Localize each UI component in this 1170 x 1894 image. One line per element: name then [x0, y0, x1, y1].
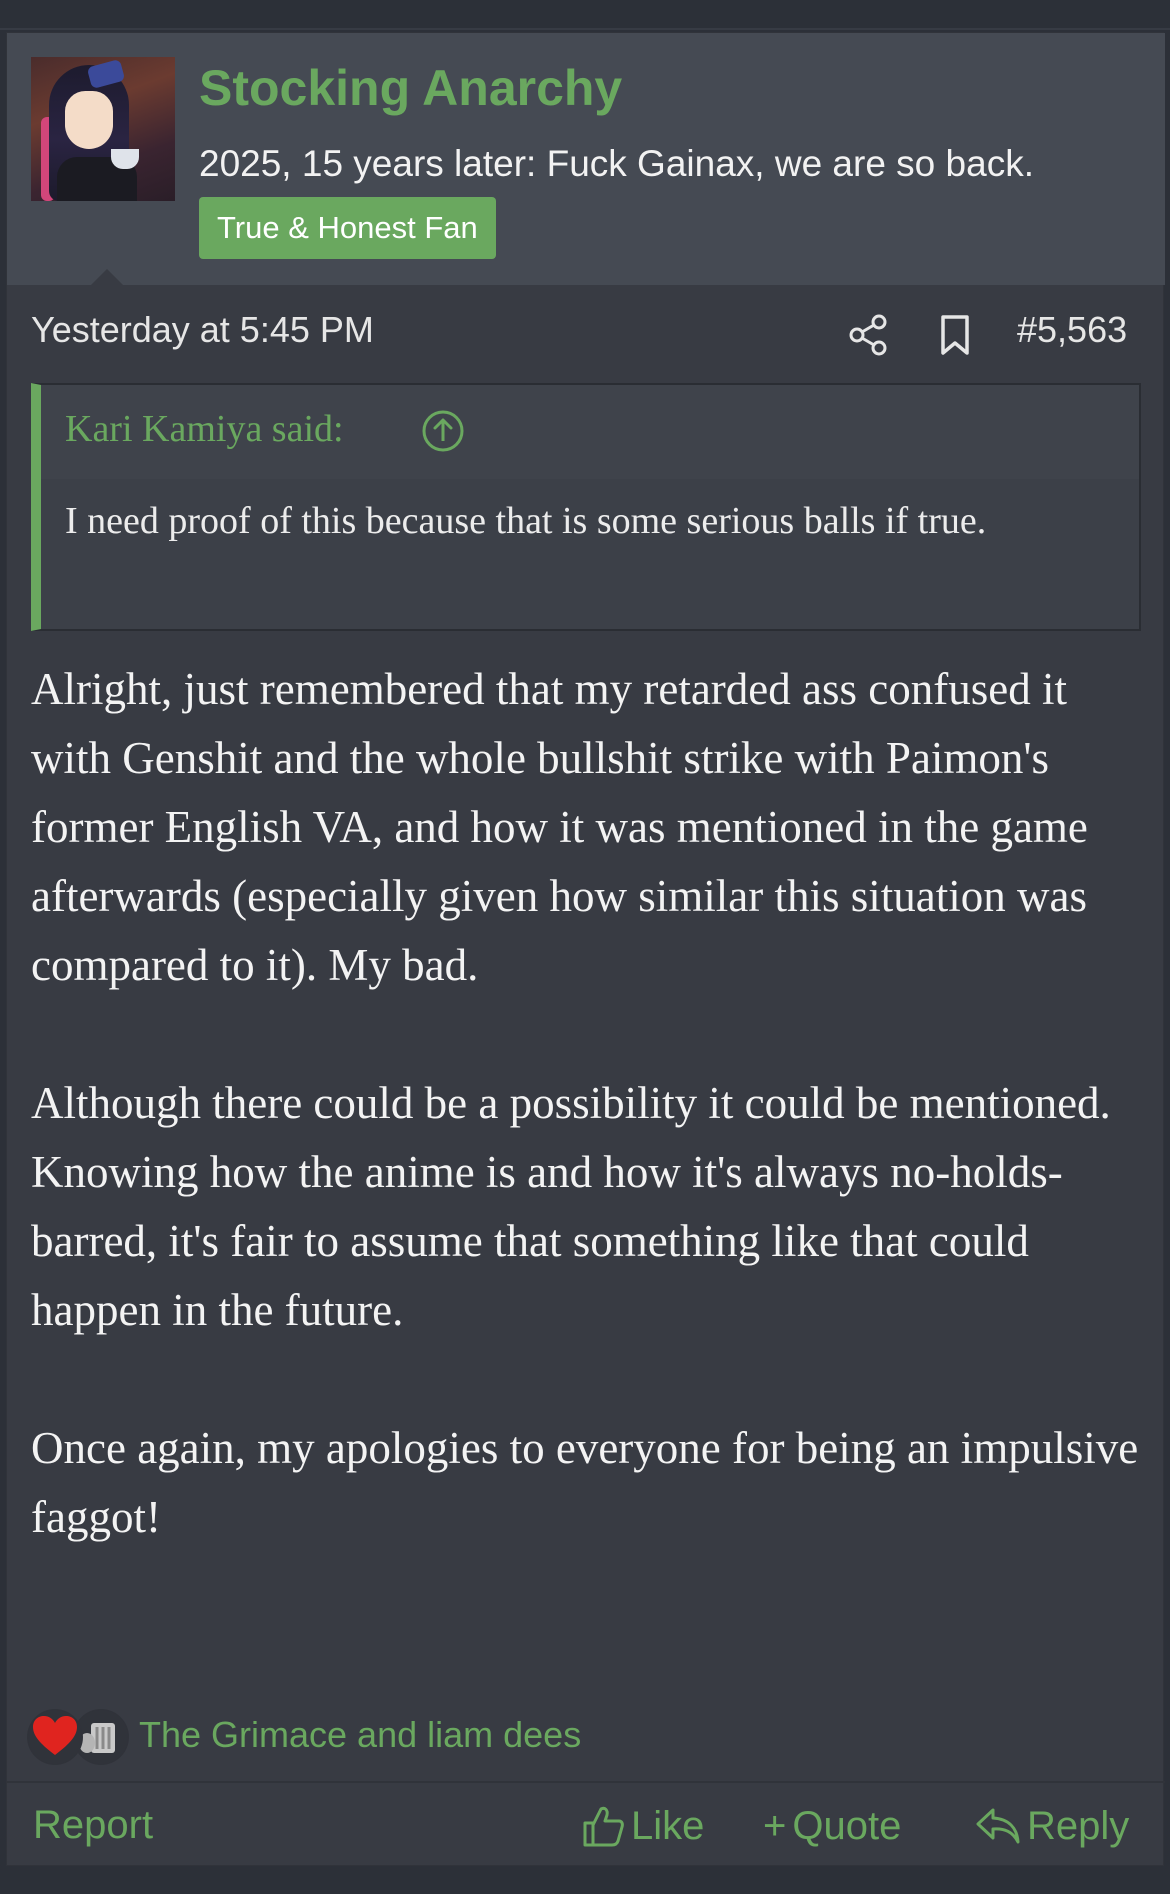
- username-link[interactable]: Stocking Anarchy: [199, 59, 622, 117]
- post-footer-actions: Report Like + Quote Reply: [7, 1781, 1165, 1865]
- heart-icon[interactable]: [27, 1709, 83, 1765]
- post-message: Alright, just remembered that my retarde…: [31, 655, 1141, 1552]
- avatar-face: [65, 91, 113, 149]
- user-badge: True & Honest Fan: [199, 197, 496, 259]
- thumbs-up-icon: [583, 1806, 624, 1847]
- top-bar: [0, 0, 1170, 30]
- quote-author-link[interactable]: Kari Kamiya said:: [65, 407, 344, 451]
- plus-icon: +: [763, 1803, 787, 1848]
- reactions-bar: The Grimace and liam dees: [27, 1705, 727, 1765]
- like-button[interactable]: Like: [581, 1801, 704, 1851]
- report-button[interactable]: Report: [33, 1803, 153, 1848]
- post-number-link[interactable]: #5,563: [1017, 309, 1127, 351]
- message-paragraph: Although there could be a possibility it…: [31, 1078, 1111, 1335]
- avatar-teacup: [111, 149, 139, 169]
- like-label: Like: [631, 1803, 705, 1848]
- quote-label: Quote: [792, 1803, 902, 1848]
- quote-button[interactable]: + Quote: [763, 1801, 901, 1851]
- post-timestamp[interactable]: Yesterday at 5:45 PM: [31, 309, 374, 351]
- arrow-up-circle-icon[interactable]: [421, 409, 465, 453]
- bookmark-icon[interactable]: [935, 313, 975, 357]
- quote-header: Kari Kamiya said:: [41, 385, 1139, 479]
- reply-button[interactable]: Reply: [975, 1801, 1129, 1851]
- quote-block: Kari Kamiya said: I need proof of this b…: [31, 383, 1141, 631]
- user-title: 2025, 15 years later: Fuck Gainax, we ar…: [199, 143, 1034, 184]
- post-user-header: Stocking Anarchy 2025, 15 years later: F…: [7, 33, 1165, 285]
- bottom-strip: [0, 1866, 1170, 1894]
- quote-text: I need proof of this because that is som…: [65, 500, 987, 542]
- forum-post: Stocking Anarchy 2025, 15 years later: F…: [6, 32, 1165, 1866]
- reply-arrow-icon: [976, 1808, 1020, 1844]
- header-pointer: [91, 269, 123, 285]
- share-icon[interactable]: [847, 313, 891, 357]
- reactions-users-link[interactable]: The Grimace and liam dees: [139, 1709, 581, 1761]
- avatar[interactable]: [31, 57, 175, 201]
- message-paragraph: Once again, my apologies to everyone for…: [31, 1423, 1139, 1542]
- message-paragraph: Alright, just remembered that my retarde…: [31, 664, 1088, 990]
- reply-label: Reply: [1027, 1803, 1130, 1848]
